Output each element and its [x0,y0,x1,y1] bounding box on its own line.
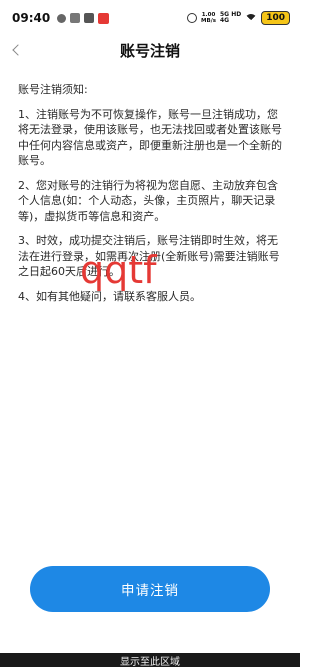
status-right: 1.00 MB/s 5G HD 4G 100 [187,11,290,26]
back-button[interactable] [6,40,26,60]
page-title: 账号注销 [119,41,180,60]
bottom-display-area-bar: 显示至此区域 [0,653,300,667]
status-bar: 09:40 1.00 MB/s 5G HD 4G 100 [0,0,300,36]
nav-bar: 账号注销 [0,36,300,64]
email-icon [84,13,95,23]
apply-cancellation-button[interactable]: 申请注销 [30,566,270,612]
net-speed-unit: MB/s [201,18,216,24]
message-icon [57,13,67,23]
status-time: 09:40 [12,11,51,25]
notice-item-1: 1、注销账号为不可恢复操作，账号一旦注销成功，您将无法登录，使用该账号，也无法找… [18,107,282,168]
wifi-icon [245,13,258,26]
app-notification-icon [70,13,81,23]
status-left: 09:40 [12,11,110,25]
chevron-left-icon [12,44,24,56]
network-type: 5G HD 4G [220,12,241,24]
network-line2: 4G [220,17,230,24]
notice-item-2: 2、您对账号的注销行为将视为您自愿、主动放弃包含个人信息(如：个人动态，头像，主… [18,178,278,223]
bottom-area-label: 显示至此区域 [120,656,180,667]
red-app-icon [98,12,110,24]
watermark-text: qqtf [80,248,157,292]
battery-indicator: 100 [261,11,290,25]
net-speed: 1.00 MB/s [201,12,216,24]
alarm-icon [187,13,198,23]
notice-heading: 账号注销须知: [18,83,88,96]
